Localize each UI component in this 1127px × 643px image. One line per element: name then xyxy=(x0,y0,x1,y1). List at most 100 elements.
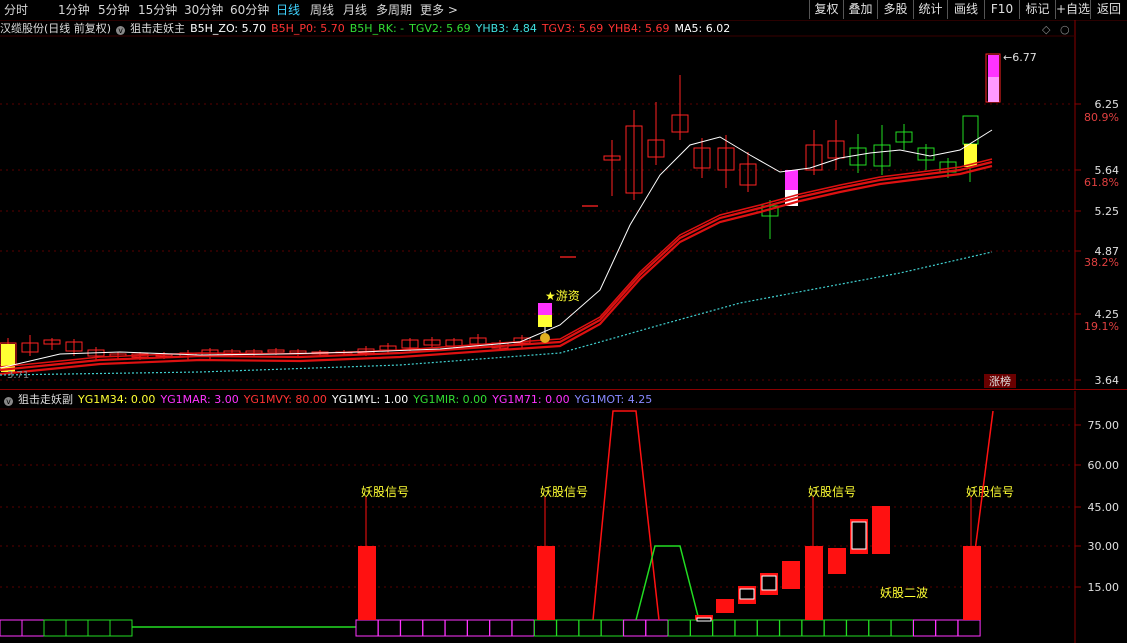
signal-bar xyxy=(358,546,376,620)
signal-box xyxy=(556,619,580,637)
signal-box xyxy=(533,619,557,637)
low-price-label: 3.71 xyxy=(7,370,29,381)
toolbar-button-2[interactable]: 多股 xyxy=(877,0,913,19)
pct-tick: 80.9% xyxy=(1084,111,1119,124)
signal-box xyxy=(0,619,23,637)
tab-1[interactable]: 1分钟 xyxy=(58,0,90,20)
toolbar-button-4[interactable]: 画线 xyxy=(947,0,984,19)
signal-box xyxy=(868,619,892,637)
pct-tick: 38.2% xyxy=(1084,256,1119,269)
pct-tick: 19.1% xyxy=(1084,320,1119,333)
toolbar-button-8[interactable]: 返回 xyxy=(1090,0,1127,19)
tab-9[interactable]: 多周期 xyxy=(376,0,412,20)
tab-3[interactable]: 15分钟 xyxy=(138,0,177,20)
signal-box xyxy=(65,619,89,637)
second-wave-label: 妖股二波 xyxy=(880,586,928,600)
signal-box xyxy=(109,619,133,637)
signal-box xyxy=(21,619,45,637)
signal-box xyxy=(355,619,379,637)
tab-0[interactable]: 分时 xyxy=(4,0,28,20)
price-tick: 6.25 xyxy=(1095,98,1120,111)
signal-box xyxy=(779,619,803,637)
ma-red-3 xyxy=(0,158,993,368)
tab-4[interactable]: 30分钟 xyxy=(184,0,223,20)
green-spike xyxy=(635,545,700,621)
sub-tick: 60.00 xyxy=(1088,459,1120,472)
wave-bar xyxy=(716,599,734,613)
diamond-icon: ◇ xyxy=(1042,23,1051,36)
tab-6[interactable]: 日线 xyxy=(276,0,300,20)
signal-label: 妖股信号 xyxy=(966,485,1014,499)
sub-tick: 30.00 xyxy=(1088,540,1120,553)
youzi-annotation: ★游资 xyxy=(545,289,580,303)
signal-label: 妖股信号 xyxy=(540,485,588,499)
candlestick-chart[interactable]: 6.255.645.254.874.253.6480.9%61.8%38.2%1… xyxy=(0,20,1127,390)
high-price-label: ←6.77 xyxy=(1003,51,1037,64)
signal-candle-yellow xyxy=(538,315,552,327)
signal-box xyxy=(823,619,847,637)
wave-bar-inner xyxy=(696,617,712,622)
toolbar-button-7[interactable]: +自选 xyxy=(1055,0,1090,19)
circle-icon: ○ xyxy=(1060,23,1070,36)
signal-box xyxy=(489,619,513,637)
signal-box xyxy=(756,619,780,637)
signal-box xyxy=(645,619,669,637)
signal-box xyxy=(690,619,713,637)
sub-indicator-chart[interactable]: 75.00 60.00 45.00 30.00 15.00 妖股信号 妖股信号 妖股信号 妖股信… xyxy=(0,391,1127,643)
badge-zhangbang: 涨榜 xyxy=(989,374,1011,388)
period-toolbar: 分时 1分钟 5分钟 15分钟 30分钟 60分钟 日线 周线 月线 多周期 更多 > 复权 叠加 多股统… xyxy=(0,0,1127,21)
signal-box xyxy=(890,619,914,637)
signal-box xyxy=(913,619,936,637)
signal-box xyxy=(400,619,424,637)
signal-box xyxy=(846,619,870,637)
signal-box xyxy=(467,619,490,637)
signal-box xyxy=(801,619,825,637)
tab-2[interactable]: 5分钟 xyxy=(98,0,130,20)
signal-box xyxy=(734,619,758,637)
dotted-line xyxy=(0,251,993,376)
toolbar-button-6[interactable]: 标记 xyxy=(1019,0,1055,19)
signal-box xyxy=(957,619,981,637)
last-candle-pink xyxy=(988,77,999,102)
wave-bar-inner xyxy=(739,588,755,600)
pct-tick: 61.8% xyxy=(1084,176,1119,189)
toolbar-button-5[interactable]: F10 xyxy=(984,0,1019,19)
tab-10[interactable]: 更多 > xyxy=(420,0,458,20)
red-rise xyxy=(974,410,994,552)
signal-box xyxy=(87,619,111,637)
ma5-line xyxy=(0,129,993,369)
signal-box xyxy=(511,619,535,637)
signal-box xyxy=(667,619,691,637)
sub-tick: 15.00 xyxy=(1088,581,1120,594)
wave-bar xyxy=(828,548,846,574)
coin-icon xyxy=(540,333,550,343)
toolbar-button-0[interactable]: 复权 xyxy=(809,0,843,19)
ma-red-1 xyxy=(0,160,993,372)
signal-box xyxy=(377,619,401,637)
signal-box xyxy=(712,619,736,637)
signal-bar xyxy=(963,546,981,620)
price-tick: 5.25 xyxy=(1095,205,1120,218)
signal-box xyxy=(935,619,959,637)
signal-box xyxy=(600,619,624,637)
signal-box xyxy=(623,619,647,637)
wave-bar xyxy=(782,561,800,589)
toolbar-button-1[interactable]: 叠加 xyxy=(843,0,877,19)
signal-label: 妖股信号 xyxy=(361,485,409,499)
toolbar-button-3[interactable]: 统计 xyxy=(913,0,947,19)
tab-7[interactable]: 周线 xyxy=(310,0,334,20)
tab-8[interactable]: 月线 xyxy=(343,0,367,20)
signal-bar xyxy=(805,546,823,620)
wave-bar-inner xyxy=(851,521,867,550)
signal-candle-magenta xyxy=(538,303,552,315)
tab-5[interactable]: 60分钟 xyxy=(230,0,269,20)
wave-bar-inner xyxy=(761,575,777,591)
signal-box xyxy=(422,619,446,637)
signal-box xyxy=(43,619,67,637)
signal-bar xyxy=(537,546,555,620)
red-spike xyxy=(592,410,660,621)
signal-label: 妖股信号 xyxy=(808,485,856,499)
signal-candle-magenta xyxy=(785,170,798,190)
sub-tick: 75.00 xyxy=(1088,419,1120,432)
price-tick: 3.64 xyxy=(1095,374,1120,387)
